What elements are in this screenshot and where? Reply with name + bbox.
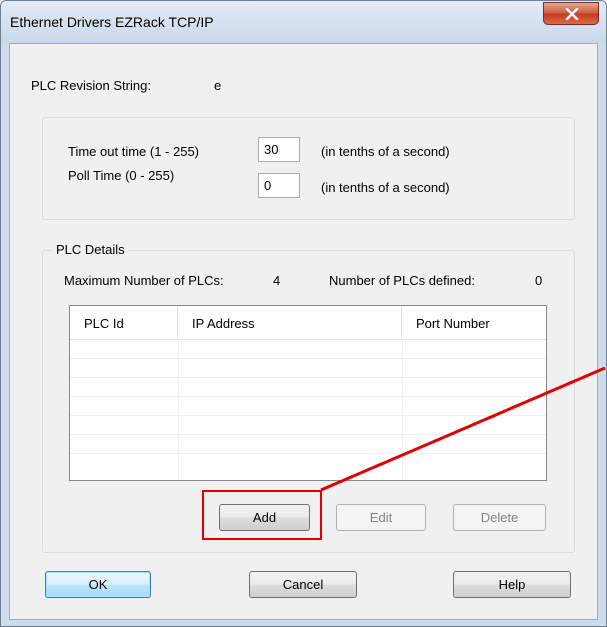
ok-button[interactable]: OK [45, 571, 151, 598]
defined-plcs-label: Number of PLCs defined: [329, 273, 475, 288]
column-header-port-number[interactable]: Port Number [402, 306, 546, 340]
cancel-button[interactable]: Cancel [249, 571, 357, 598]
poll-label: Poll Time (0 - 255) [68, 168, 175, 183]
max-plcs-value: 4 [273, 273, 281, 288]
revision-value: e [214, 78, 222, 93]
poll-input[interactable] [258, 173, 300, 198]
table-row [70, 435, 546, 454]
table-row [70, 340, 546, 359]
timeout-unit: (in tenths of a second) [321, 144, 450, 159]
revision-label: PLC Revision String: [31, 78, 151, 93]
plc-details-caption: PLC Details [53, 242, 128, 257]
defined-plcs-value: 0 [535, 273, 543, 288]
table-row [70, 378, 546, 397]
poll-unit: (in tenths of a second) [321, 180, 450, 195]
table-row [70, 416, 546, 435]
max-plcs-label: Maximum Number of PLCs: [64, 273, 224, 288]
column-header-ip-address[interactable]: IP Address [178, 306, 402, 340]
timing-group: Time out time (1 - 255) (in tenths of a … [42, 117, 575, 220]
title-bar[interactable]: Ethernet Drivers EZRack TCP/IP [1, 1, 606, 43]
timeout-label: Time out time (1 - 255) [68, 144, 200, 159]
window-title: Ethernet Drivers EZRack TCP/IP [10, 14, 214, 30]
edit-button[interactable]: Edit [336, 504, 426, 531]
annotation-highlight-box [202, 490, 322, 540]
timeout-input[interactable] [258, 137, 300, 162]
help-button[interactable]: Help [453, 571, 571, 598]
close-button[interactable] [543, 2, 599, 25]
column-header-plc-id[interactable]: PLC Id [70, 306, 178, 340]
close-icon [565, 8, 579, 20]
plc-list-table[interactable]: PLC Id IP Address Port Number [69, 305, 547, 481]
delete-button[interactable]: Delete [453, 504, 546, 531]
table-row [70, 359, 546, 378]
table-row [70, 397, 546, 416]
